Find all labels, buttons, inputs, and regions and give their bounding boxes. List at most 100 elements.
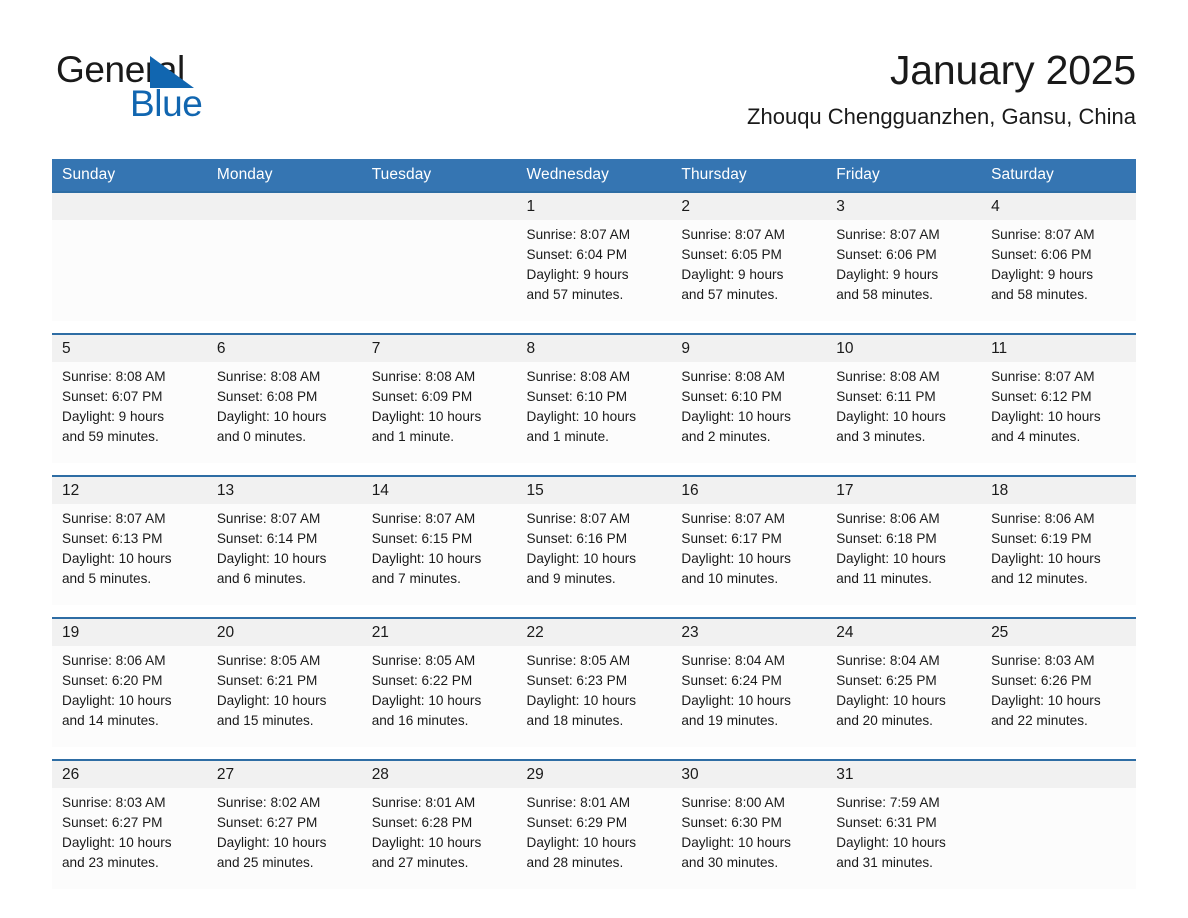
weekday-header-sunday: Sunday	[52, 159, 207, 191]
day-cell[interactable]: Sunrise: 8:03 AM Sunset: 6:26 PM Daylight:…	[981, 646, 1136, 747]
day-daylight-1-text: Daylight: 9 hours	[526, 267, 629, 282]
day-cell[interactable]: Sunrise: 8:06 AM Sunset: 6:19 PM Daylight:…	[981, 504, 1136, 605]
day-sunrise-text: Sunrise: 8:08 AM	[216, 369, 321, 384]
week-gap-cell	[52, 463, 1136, 475]
day-sunrise-text: Sunrise: 8:07 AM	[62, 511, 166, 526]
day-cell[interactable]: Sunrise: 8:04 AM Sunset: 6:24 PM Daylight:…	[671, 646, 827, 747]
day-cell[interactable]: Sunrise: 8:07 AM Sunset: 6:15 PM Daylight:…	[361, 504, 517, 605]
day-details-row: Sunrise: 8:07 AM Sunset: 6:04 PM Daylight:…	[52, 220, 1136, 321]
day-cell[interactable]: Sunrise: 8:07 AM Sunset: 6:05 PM Daylight:…	[671, 220, 827, 321]
day-cell[interactable]: Sunrise: 8:07 AM Sunset: 6:06 PM Daylight:…	[826, 220, 982, 321]
day-cell[interactable]: Sunrise: 8:04 AM Sunset: 6:25 PM Daylight:…	[826, 646, 982, 747]
day-daylight-2-text: and 3 minutes.	[836, 429, 926, 444]
day-sunrise-text: Sunrise: 8:06 AM	[836, 511, 940, 526]
day-daylight-1-text: Daylight: 9 hours	[991, 267, 1094, 282]
day-number[interactable]: 18	[981, 477, 1136, 504]
day-number[interactable]: 31	[826, 761, 982, 788]
day-number[interactable]: 10	[826, 335, 982, 362]
day-daylight-1-text: Daylight: 10 hours	[681, 835, 791, 850]
day-number[interactable]: 23	[671, 619, 827, 646]
day-cell[interactable]: Sunrise: 8:07 AM Sunset: 6:04 PM Daylight:…	[516, 220, 672, 321]
day-daylight-2-text: and 19 minutes.	[681, 713, 779, 728]
day-cell[interactable]: Sunrise: 8:08 AM Sunset: 6:08 PM Daylight:…	[206, 362, 362, 463]
day-number[interactable]: 9	[671, 335, 827, 362]
day-number[interactable]: 16	[671, 477, 827, 504]
day-cell[interactable]: Sunrise: 8:07 AM Sunset: 6:13 PM Daylight:…	[52, 504, 207, 605]
day-number[interactable]: 22	[516, 619, 672, 646]
day-number[interactable]: 30	[671, 761, 827, 788]
day-details-row: Sunrise: 8:03 AM Sunset: 6:27 PM Daylight:…	[52, 788, 1136, 889]
day-sunset-text: Sunset: 6:12 PM	[991, 389, 1092, 404]
day-daylight-1-text: Daylight: 10 hours	[836, 693, 946, 708]
day-number[interactable]: 5	[52, 335, 207, 362]
day-number[interactable]: 3	[826, 193, 982, 220]
day-sunset-text: Sunset: 6:21 PM	[216, 673, 318, 688]
day-sunrise-text: Sunrise: 8:07 AM	[526, 511, 631, 526]
day-sunset-text: Sunset: 6:19 PM	[991, 531, 1092, 546]
day-number[interactable]: 4	[981, 193, 1136, 220]
day-cell[interactable]: Sunrise: 8:05 AM Sunset: 6:22 PM Daylight:…	[361, 646, 517, 747]
day-cell[interactable]: Sunrise: 8:08 AM Sunset: 6:10 PM Daylight:…	[671, 362, 827, 463]
day-number[interactable]: 8	[516, 335, 672, 362]
day-cell[interactable]: Sunrise: 8:01 AM Sunset: 6:29 PM Daylight:…	[516, 788, 672, 889]
day-cell[interactable]: Sunrise: 8:07 AM Sunset: 6:06 PM Daylight:…	[981, 220, 1136, 321]
day-cell[interactable]: Sunrise: 8:08 AM Sunset: 6:11 PM Daylight:…	[826, 362, 982, 463]
day-daylight-2-text: and 14 minutes.	[62, 713, 159, 728]
day-number-row: 26 27 28 29 30 31	[52, 761, 1136, 788]
day-number[interactable]: 28	[361, 761, 517, 788]
day-cell[interactable]: Sunrise: 8:05 AM Sunset: 6:23 PM Daylight:…	[516, 646, 672, 747]
day-cell[interactable]: Sunrise: 8:07 AM Sunset: 6:14 PM Daylight:…	[206, 504, 362, 605]
week-gap	[52, 321, 1136, 333]
day-number[interactable]: 6	[206, 335, 362, 362]
day-cell[interactable]: Sunrise: 8:06 AM Sunset: 6:20 PM Daylight:…	[52, 646, 207, 747]
brand-name-blue: Blue	[130, 83, 203, 124]
day-cell[interactable]: Sunrise: 8:06 AM Sunset: 6:18 PM Daylight:…	[826, 504, 982, 605]
day-cell[interactable]: Sunrise: 8:08 AM Sunset: 6:09 PM Daylight:…	[361, 362, 517, 463]
day-cell[interactable]: Sunrise: 8:08 AM Sunset: 6:10 PM Daylight:…	[516, 362, 672, 463]
day-number[interactable]: 21	[361, 619, 517, 646]
day-sunrise-text: Sunrise: 8:07 AM	[991, 227, 1095, 242]
day-cell[interactable]: Sunrise: 8:07 AM Sunset: 6:17 PM Daylight:…	[671, 504, 827, 605]
day-cell[interactable]: Sunrise: 7:59 AM Sunset: 6:31 PM Daylight:…	[826, 788, 982, 889]
empty-day-number	[361, 193, 517, 220]
day-number[interactable]: 24	[826, 619, 982, 646]
day-daylight-1-text: Daylight: 10 hours	[216, 409, 327, 424]
day-cell[interactable]: Sunrise: 8:07 AM Sunset: 6:12 PM Daylight:…	[981, 362, 1136, 463]
brand-logo[interactable]: General Blue	[52, 44, 382, 130]
weekday-header-wednesday: Wednesday	[516, 159, 672, 191]
day-number[interactable]: 27	[206, 761, 362, 788]
day-number[interactable]: 11	[981, 335, 1136, 362]
day-sunset-text: Sunset: 6:05 PM	[681, 247, 782, 262]
day-cell[interactable]: Sunrise: 8:03 AM Sunset: 6:27 PM Daylight:…	[52, 788, 207, 889]
week-gap-cell	[52, 605, 1136, 617]
day-number[interactable]: 20	[206, 619, 362, 646]
day-number[interactable]: 19	[52, 619, 207, 646]
day-number[interactable]: 15	[516, 477, 672, 504]
day-number[interactable]: 17	[826, 477, 982, 504]
day-number[interactable]: 1	[516, 193, 672, 220]
day-cell[interactable]: Sunrise: 8:02 AM Sunset: 6:27 PM Daylight:…	[206, 788, 362, 889]
day-cell[interactable]: Sunrise: 8:08 AM Sunset: 6:07 PM Daylight:…	[52, 362, 207, 463]
day-cell[interactable]: Sunrise: 8:07 AM Sunset: 6:16 PM Daylight:…	[516, 504, 672, 605]
weekday-header-saturday: Saturday	[981, 159, 1136, 191]
day-number[interactable]: 12	[52, 477, 207, 504]
day-number[interactable]: 25	[981, 619, 1136, 646]
day-number[interactable]: 29	[516, 761, 672, 788]
day-number[interactable]: 2	[671, 193, 827, 220]
day-daylight-2-text: and 5 minutes.	[62, 571, 152, 586]
day-sunset-text: Sunset: 6:27 PM	[216, 815, 318, 830]
day-daylight-2-text: and 1 minute.	[371, 429, 455, 444]
day-number[interactable]: 26	[52, 761, 207, 788]
day-daylight-1-text: Daylight: 9 hours	[836, 267, 939, 282]
day-daylight-1-text: Daylight: 10 hours	[62, 835, 172, 850]
day-number[interactable]: 14	[361, 477, 517, 504]
day-number[interactable]: 7	[361, 335, 517, 362]
day-sunrise-text: Sunrise: 8:03 AM	[62, 795, 166, 810]
day-cell[interactable]: Sunrise: 8:00 AM Sunset: 6:30 PM Daylight:…	[671, 788, 827, 889]
day-cell[interactable]: Sunrise: 8:01 AM Sunset: 6:28 PM Daylight:…	[361, 788, 517, 889]
day-sunrise-text: Sunrise: 8:06 AM	[62, 653, 166, 668]
day-number[interactable]: 13	[206, 477, 362, 504]
day-daylight-2-text: and 7 minutes.	[371, 571, 461, 586]
day-cell[interactable]: Sunrise: 8:05 AM Sunset: 6:21 PM Daylight:…	[206, 646, 362, 747]
day-sunrise-text: Sunrise: 8:05 AM	[216, 653, 321, 668]
